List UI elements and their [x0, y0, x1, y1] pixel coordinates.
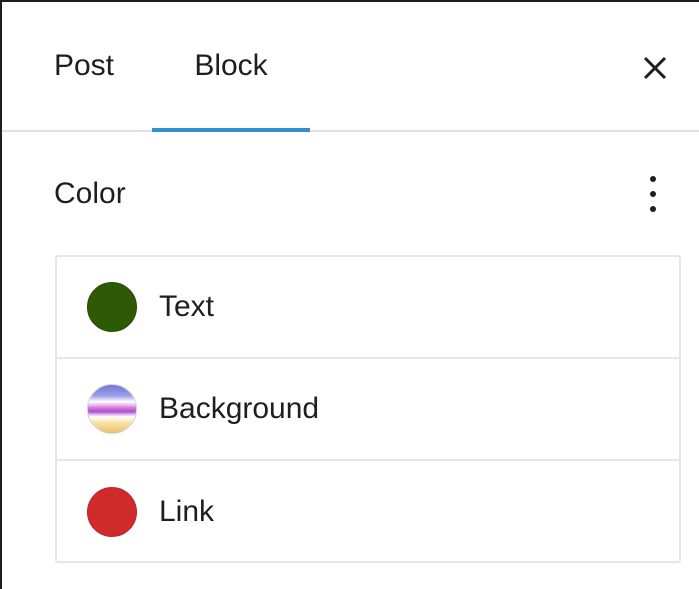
color-item-label: Text [159, 290, 215, 323]
active-tab-indicator [152, 128, 310, 132]
color-settings-list: Text Background Link [55, 255, 681, 563]
close-icon [643, 56, 667, 80]
block-settings-sidebar: Post Block Color Text Background Link [0, 0, 699, 589]
color-item-label: Link [159, 495, 215, 528]
sidebar-header: Post Block [2, 2, 699, 132]
more-vertical-icon [650, 176, 656, 212]
tab-block-label: Block [194, 49, 268, 82]
background-gradient-swatch-icon [87, 384, 137, 434]
color-section-title: Color [54, 177, 126, 210]
close-button[interactable] [633, 46, 677, 90]
color-item-text[interactable]: Text [57, 257, 679, 359]
tab-post[interactable]: Post [28, 2, 140, 130]
text-color-swatch-icon [87, 282, 137, 332]
color-item-background[interactable]: Background [57, 359, 679, 461]
color-item-link[interactable]: Link [57, 461, 679, 563]
tab-post-label: Post [53, 49, 115, 82]
link-color-swatch-icon [87, 487, 137, 537]
color-options-button[interactable] [631, 170, 675, 218]
tab-block[interactable]: Block [152, 2, 310, 132]
color-item-label: Background [159, 392, 320, 425]
